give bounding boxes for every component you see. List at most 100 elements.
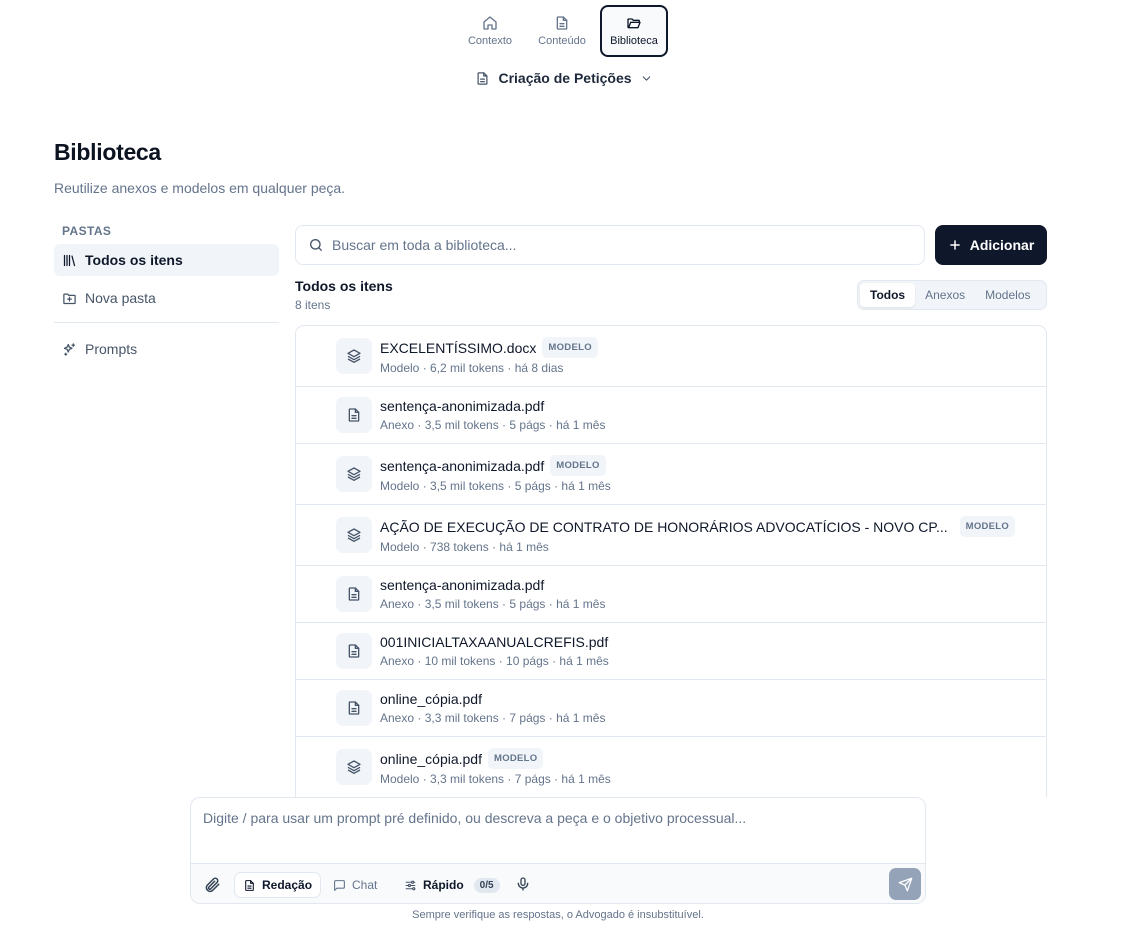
case-selector[interactable]: Criação de Petições: [0, 70, 1128, 86]
tab-label: Conteúdo: [538, 35, 586, 47]
library-list: EXCELENTÍSSIMO.docx MODELO Modelo · 6,2 m…: [295, 325, 1047, 797]
sidebar-item-label: Nova pasta: [85, 290, 156, 306]
list-item[interactable]: AÇÃO DE EXECUÇÃO DE CONTRATO DE HONORÁRI…: [296, 505, 1046, 566]
prompt-input[interactable]: [203, 810, 913, 850]
item-icon: [336, 690, 372, 726]
item-icon: [336, 517, 372, 553]
send-button[interactable]: [889, 868, 921, 900]
microphone-icon[interactable]: [515, 876, 531, 892]
search-input[interactable]: [332, 237, 892, 253]
library-search: [295, 225, 925, 265]
document-icon: [556, 16, 568, 30]
quick-prompts-button[interactable]: Rápido 0/5: [396, 873, 508, 897]
modelo-badge: MODELO: [487, 748, 544, 769]
item-meta: Anexo · 10 mil tokens · 10 págs · há 1 m…: [380, 654, 609, 668]
mode-redacao-button[interactable]: Redação: [235, 873, 321, 897]
modelo-badge: MODELO: [542, 337, 598, 358]
list-item[interactable]: sentença-anonimizada.pdf Anexo · 3,5 mil…: [296, 566, 1046, 623]
plus-icon: [949, 240, 960, 250]
list-item[interactable]: 001INICIALTAXAANUALCREFIS.pdf Anexo · 10…: [296, 623, 1046, 680]
send-icon: [898, 877, 912, 891]
sidebar-item-prompts[interactable]: Prompts: [54, 333, 279, 365]
item-name: sentença-anonimizada.pdf: [380, 398, 544, 414]
tab-biblioteca[interactable]: Biblioteca: [600, 5, 668, 57]
item-name-text: online_cópia.pdf: [380, 691, 482, 707]
list-item[interactable]: EXCELENTÍSSIMO.docx MODELO Modelo · 6,2 m…: [296, 326, 1046, 387]
tab-contexto[interactable]: Contexto: [456, 5, 524, 57]
top-tabs: Contexto Conteúdo Biblioteca: [456, 5, 668, 57]
item-name-text: online_cópia.pdf: [380, 750, 482, 767]
library-icon: [63, 254, 76, 266]
document-icon: [245, 879, 254, 891]
folders-sidebar: PASTAS Todos os itens Nova pasta Prompts: [54, 224, 279, 371]
folder-open-icon: [627, 18, 641, 29]
home-icon: [483, 16, 497, 30]
list-item[interactable]: online_cópia.pdf MODELO Modelo · 3,3 mil …: [296, 737, 1046, 797]
mode-label: Chat: [352, 878, 378, 892]
item-meta: Modelo · 738 tokens · há 1 mês: [380, 540, 549, 554]
layers-icon: [347, 528, 361, 542]
item-name-text: sentença-anonimizada.pdf: [380, 398, 545, 414]
layers-icon: [347, 349, 361, 363]
tab-label: Biblioteca: [610, 35, 658, 47]
quick-label: Rápido: [423, 878, 464, 892]
item-icon: [336, 397, 372, 433]
layers-icon: [347, 467, 361, 481]
prompt-composer: Redação Chat Rápido 0/5: [190, 797, 926, 904]
item-meta: Modelo · 6,2 mil tokens · há 8 dias: [380, 361, 564, 375]
item-name: AÇÃO DE EXECUÇÃO DE CONTRATO DE HONORÁRI…: [380, 516, 1016, 537]
item-meta: Anexo · 3,5 mil tokens · 5 págs · há 1 m…: [380, 418, 606, 432]
item-meta: Anexo · 3,3 mil tokens · 7 págs · há 1 m…: [380, 711, 606, 725]
item-icon: [336, 749, 372, 785]
item-name-text: EXCELENTÍSSIMO.docx: [380, 339, 537, 356]
file-text-icon: [348, 408, 360, 422]
item-name: sentença-anonimizada.pdf MODELO: [380, 455, 606, 476]
item-name: online_cópia.pdf MODELO: [380, 748, 544, 769]
composer-toolbar: Redação Chat Rápido 0/5: [191, 863, 925, 903]
sidebar-divider: [54, 322, 279, 323]
filter-anexos[interactable]: Anexos: [915, 283, 975, 307]
item-icon: [336, 576, 372, 612]
sidebar-section-title: PASTAS: [62, 224, 112, 238]
sidebar-item-label: Todos os itens: [85, 252, 183, 268]
document-icon: [477, 71, 488, 85]
tab-conteudo[interactable]: Conteúdo: [528, 5, 596, 57]
add-button-label: Adicionar: [969, 237, 1035, 253]
page-title: Biblioteca: [54, 139, 161, 165]
file-text-icon: [348, 701, 360, 715]
sidebar-item-nova-pasta[interactable]: Nova pasta: [54, 282, 279, 314]
add-button[interactable]: Adicionar: [935, 225, 1047, 265]
quick-count-badge: 0/5: [473, 877, 500, 893]
message-icon: [334, 879, 345, 891]
filter-todos[interactable]: Todos: [860, 283, 916, 307]
sidebar-item-label: Prompts: [85, 341, 138, 357]
list-item[interactable]: sentença-anonimizada.pdf Anexo · 3,5 mil…: [296, 387, 1046, 444]
list-count: 8 itens: [295, 298, 331, 312]
item-name: online_cópia.pdf: [380, 691, 482, 707]
page-subtitle: Reutilize anexos e modelos em qualquer p…: [54, 180, 346, 196]
item-icon: [336, 633, 372, 669]
item-meta: Modelo · 3,5 mil tokens · 5 págs · há 1 …: [380, 479, 611, 493]
file-text-icon: [348, 587, 360, 601]
tab-label: Contexto: [467, 35, 513, 47]
folder-plus-icon: [63, 293, 76, 304]
filter-modelos[interactable]: Modelos: [975, 283, 1040, 307]
item-name-text: sentença-anonimizada.pdf: [380, 577, 545, 593]
item-name-text: AÇÃO DE EXECUÇÃO DE CONTRATO DE HONORÁRI…: [380, 518, 948, 535]
chevron-down-icon: [642, 75, 650, 81]
list-item[interactable]: online_cópia.pdf Anexo · 3,3 mil tokens …: [296, 680, 1046, 737]
sliders-icon: [405, 880, 416, 890]
paperclip-icon[interactable]: [203, 876, 221, 894]
list-item[interactable]: sentença-anonimizada.pdf MODELO Modelo · …: [296, 444, 1046, 505]
case-title: Criação de Petições: [498, 70, 632, 86]
item-name: EXCELENTÍSSIMO.docx MODELO: [380, 337, 598, 358]
item-icon: [336, 456, 372, 492]
mode-chat-button[interactable]: Chat: [325, 873, 385, 897]
type-filter: Todos Anexos Modelos: [857, 280, 1047, 310]
search-icon: [310, 239, 322, 251]
layers-icon: [347, 760, 361, 774]
sidebar-item-todos[interactable]: Todos os itens: [54, 244, 279, 276]
sparkles-icon: [63, 342, 76, 356]
item-meta: Anexo · 3,5 mil tokens · 5 págs · há 1 m…: [380, 597, 606, 611]
disclaimer-text: Sempre verifique as respostas, o Advogad…: [412, 909, 704, 921]
